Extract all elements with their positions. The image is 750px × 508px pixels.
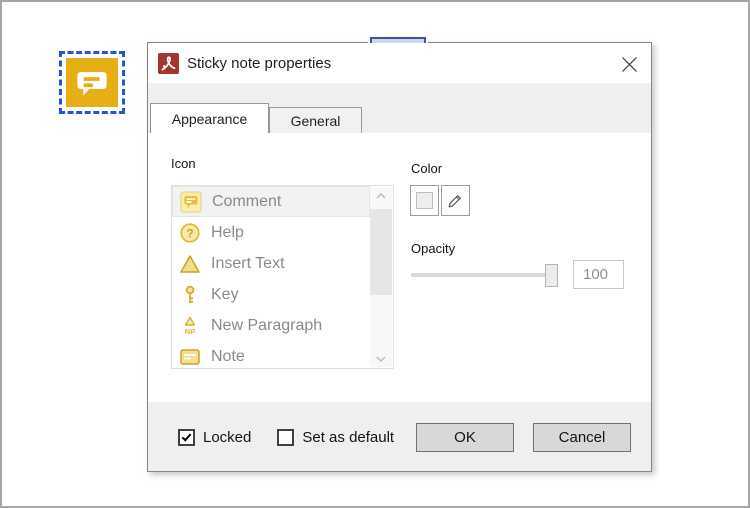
dialog-footer: Locked Set as default OK Cancel (148, 402, 651, 471)
list-item-key[interactable]: Key (172, 279, 370, 310)
slider-track[interactable] (411, 273, 558, 277)
sticky-note-properties-dialog: Sticky note properties Appearance Genera… (147, 42, 652, 472)
document-canvas: Sticky note properties Appearance Genera… (0, 0, 750, 508)
sticky-note-icon (66, 58, 118, 107)
tab-appearance-label: Appearance (172, 111, 248, 127)
tab-strip: Appearance General (148, 83, 651, 133)
icon-listbox: Comment ? Help (171, 185, 394, 369)
pencil-icon (446, 191, 465, 210)
chevron-up-icon (375, 192, 387, 200)
insert-text-icon (179, 253, 201, 275)
help-icon: ? (179, 222, 201, 244)
footer-checkboxes: Locked Set as default (178, 429, 394, 446)
list-item-label: Key (211, 286, 239, 304)
new-paragraph-icon: NP (179, 315, 201, 337)
scrollbar-thumb[interactable] (370, 209, 392, 295)
ok-button[interactable]: OK (416, 423, 514, 452)
tab-general-label: General (291, 113, 341, 129)
set-as-default-checkbox[interactable] (277, 429, 294, 446)
speech-bubble-icon (71, 63, 113, 103)
key-icon (179, 284, 201, 306)
appearance-panel: Icon Comment (148, 133, 651, 403)
cancel-button[interactable]: Cancel (533, 423, 631, 452)
set-as-default-label: Set as default (302, 429, 394, 446)
list-item-new-paragraph[interactable]: NP New Paragraph (172, 310, 370, 341)
checkmark-icon (182, 431, 192, 441)
locked-checkbox[interactable] (178, 429, 195, 446)
list-item-help[interactable]: ? Help (172, 217, 370, 248)
list-item-label: Help (211, 224, 244, 242)
opacity-section-label: Opacity (411, 241, 455, 256)
dialog-title: Sticky note properties (187, 55, 331, 72)
opacity-slider[interactable] (411, 263, 561, 288)
sticky-note-annotation[interactable] (59, 51, 125, 114)
close-icon (621, 56, 638, 73)
color-controls (410, 185, 470, 216)
edit-color-button[interactable] (441, 185, 470, 216)
comment-icon (180, 191, 202, 213)
svg-text:NP: NP (185, 327, 195, 336)
current-color-swatch[interactable] (410, 185, 439, 216)
chevron-down-icon (375, 355, 387, 363)
tab-appearance[interactable]: Appearance (150, 103, 269, 134)
svg-text:?: ? (186, 226, 193, 240)
list-item-label: Note (211, 348, 245, 366)
list-item-label: Insert Text (211, 255, 285, 273)
note-icon (179, 346, 201, 368)
close-button[interactable] (617, 52, 641, 76)
list-scrollbar[interactable] (370, 187, 392, 367)
icon-section-label: Icon (171, 156, 196, 171)
opacity-value-input[interactable] (573, 260, 624, 289)
scroll-down-button[interactable] (370, 350, 392, 367)
slider-thumb[interactable] (545, 264, 558, 287)
list-item-label: New Paragraph (211, 317, 322, 335)
dialog-titlebar[interactable]: Sticky note properties (148, 43, 651, 83)
list-item-label: Comment (212, 193, 281, 211)
tab-general[interactable]: General (269, 107, 362, 133)
color-section-label: Color (411, 161, 442, 176)
list-item-insert-text[interactable]: Insert Text (172, 248, 370, 279)
acrobat-app-icon (158, 53, 179, 74)
list-item-comment[interactable]: Comment (172, 186, 370, 217)
color-preview (416, 192, 433, 209)
locked-label: Locked (203, 429, 251, 446)
list-item-note[interactable]: Note (172, 341, 370, 369)
scroll-up-button[interactable] (370, 187, 392, 204)
